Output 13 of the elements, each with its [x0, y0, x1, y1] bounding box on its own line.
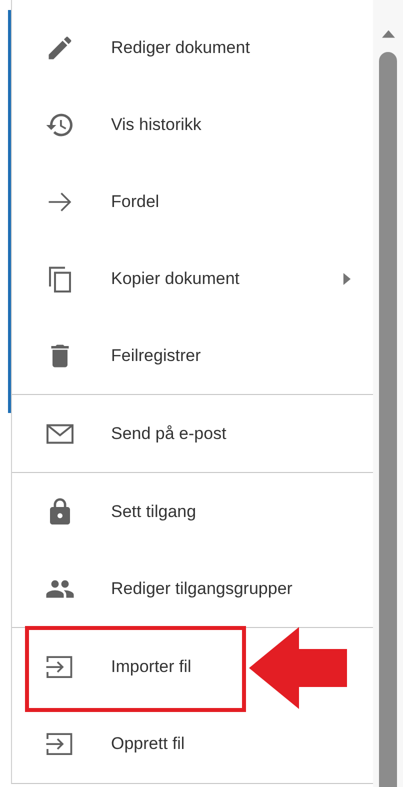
- menu-item[interactable]: Send på e-post: [12, 395, 373, 472]
- scrollbar-thumb[interactable]: [379, 52, 397, 787]
- menu-item[interactable]: Rediger dokument: [12, 9, 373, 86]
- menu-item[interactable]: Sett tilgang: [12, 473, 373, 550]
- menu-item[interactable]: Fordel: [12, 163, 373, 240]
- scroll-up-icon[interactable]: [382, 30, 394, 38]
- menu-item[interactable]: Vis historikk: [12, 86, 373, 163]
- menu-item[interactable]: Importer fil: [12, 628, 373, 705]
- menu-item[interactable]: Kopier dokument: [12, 240, 373, 317]
- submenu-caret-icon: [343, 272, 351, 284]
- menu-item[interactable]: Feilregistrer: [12, 317, 373, 394]
- menu-item[interactable]: Rediger tilgangsgrupper: [12, 550, 373, 627]
- menu-item[interactable]: Opprett fil: [12, 705, 373, 782]
